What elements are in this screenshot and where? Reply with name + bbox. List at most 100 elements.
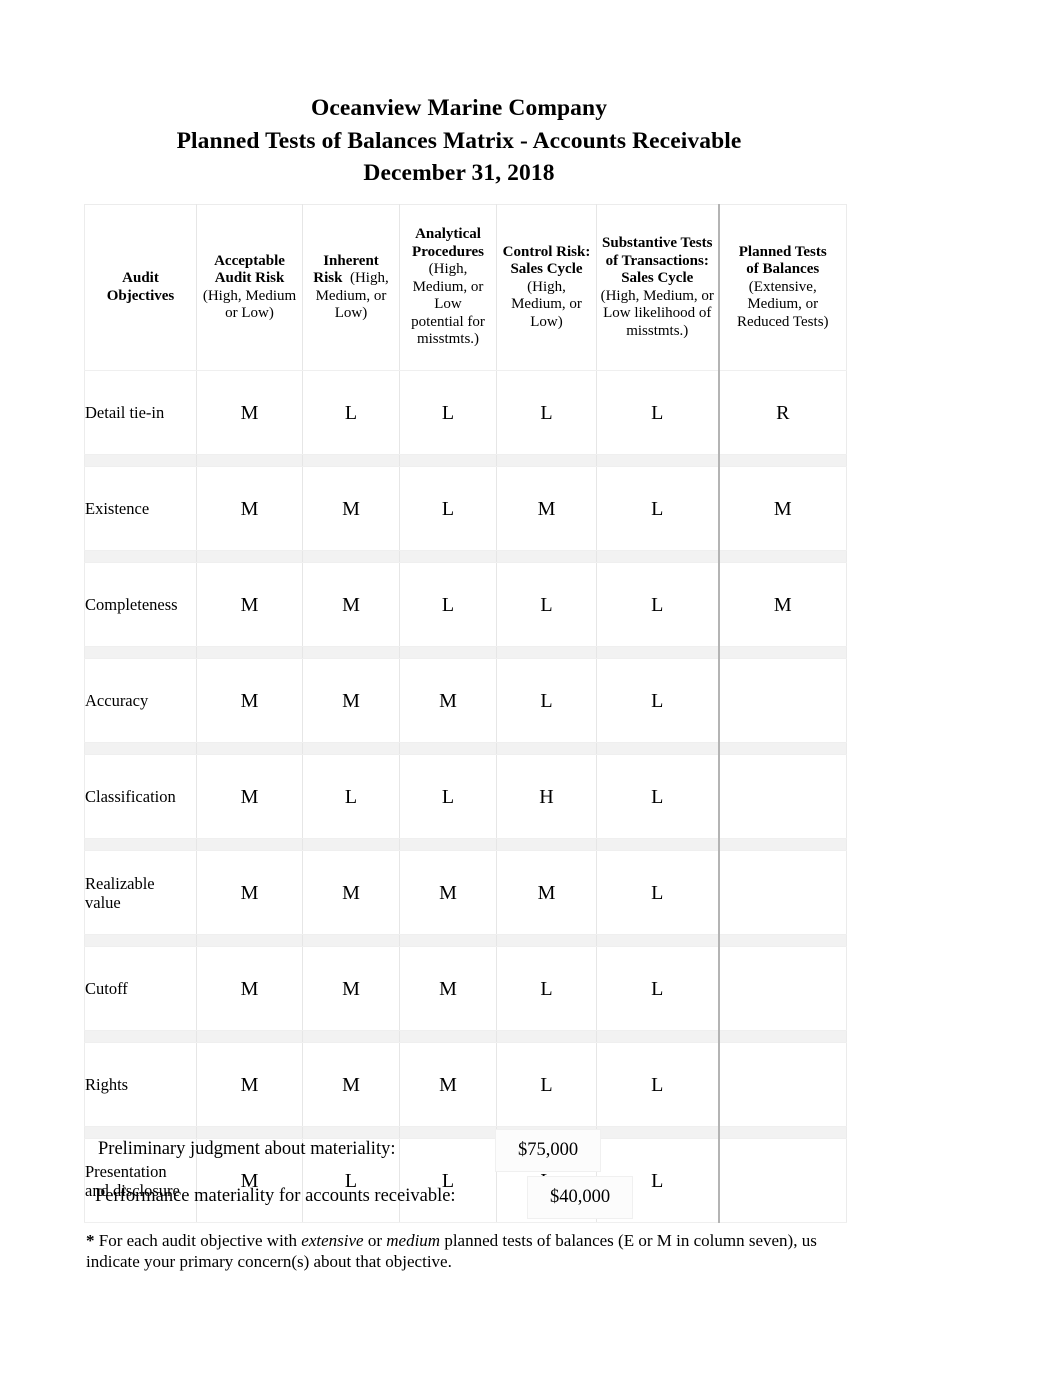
footnote-part3: planned tests of balances (E or M in col… <box>440 1231 817 1250</box>
cell-control-risk[interactable]: M <box>496 466 597 551</box>
header-substantive-tests-sub2: Low likelihood of <box>603 305 712 321</box>
cell-control-risk[interactable]: L <box>496 370 597 455</box>
cell-substantive-tests[interactable]: L <box>596 562 720 647</box>
cell-substantive-tests[interactable]: L <box>596 1042 720 1127</box>
spacer-cell <box>302 934 400 947</box>
cell-acceptable-audit-risk[interactable]: M <box>196 658 303 743</box>
table-row[interactable]: Completeness M M L L L M <box>84 562 847 647</box>
spacer-cell <box>718 646 847 659</box>
cell-substantive-tests[interactable]: L <box>596 946 720 1031</box>
table-row[interactable]: Detail tie-in M L L L L R <box>84 370 847 455</box>
spacer-cell <box>496 646 597 659</box>
cell-substantive-tests[interactable]: L <box>596 850 720 935</box>
row-objective: Cutoff <box>84 946 197 1031</box>
cell-inherent-risk[interactable]: L <box>302 754 400 839</box>
spacer-cell <box>302 550 400 563</box>
cell-analytical-procedures[interactable]: M <box>399 1042 497 1127</box>
cell-control-risk[interactable]: L <box>496 658 597 743</box>
spacer-cell <box>718 838 847 851</box>
cell-control-risk[interactable]: L <box>496 1042 597 1127</box>
cell-analytical-procedures[interactable]: M <box>399 946 497 1031</box>
header-substantive-tests-sub3: misstmts.) <box>626 322 689 339</box>
cell-acceptable-audit-risk[interactable]: M <box>196 850 303 935</box>
header-inherent-risk-line2: Risk <box>313 270 343 286</box>
table-row[interactable]: Rights M M M L L <box>84 1042 847 1127</box>
performance-materiality-value[interactable]: $40,000 <box>527 1176 633 1219</box>
spacer-cell <box>196 838 303 851</box>
spacer-cell <box>196 454 303 467</box>
cell-substantive-tests[interactable]: L <box>596 658 720 743</box>
spacer-cell <box>84 934 197 947</box>
header-substantive-tests-line2: of Transactions: <box>605 252 709 269</box>
cell-analytical-procedures[interactable]: M <box>399 850 497 935</box>
cell-substantive-tests[interactable]: L <box>596 466 720 551</box>
cell-acceptable-audit-risk[interactable]: M <box>196 466 303 551</box>
cell-acceptable-audit-risk[interactable]: M <box>196 370 303 455</box>
cell-planned-tests[interactable] <box>718 850 847 935</box>
planned-tests-matrix-container: Audit Objectives Acceptable Audit Risk (… <box>84 204 847 1223</box>
spacer-cell <box>399 838 497 851</box>
cell-control-risk[interactable]: L <box>496 946 597 1031</box>
cell-planned-tests[interactable] <box>718 658 847 743</box>
row-objective: Rights <box>84 1042 197 1127</box>
spacer-cell <box>84 550 197 563</box>
row-objective-line2: value <box>85 892 121 912</box>
cell-analytical-procedures[interactable]: M <box>399 658 497 743</box>
table-header-row: Audit Objectives Acceptable Audit Risk (… <box>84 204 847 371</box>
header-inherent-risk-sub1: (High, <box>349 270 389 286</box>
table-row[interactable]: Cutoff M M M L L <box>84 946 847 1031</box>
cell-substantive-tests[interactable]: L <box>596 754 720 839</box>
cell-acceptable-audit-risk[interactable]: M <box>196 562 303 647</box>
spacer-cell <box>496 934 597 947</box>
title-line-subject: Planned Tests of Balances Matrix - Accou… <box>176 127 742 154</box>
cell-inherent-risk[interactable]: M <box>302 466 400 551</box>
cell-inherent-risk[interactable]: M <box>302 562 400 647</box>
cell-acceptable-audit-risk[interactable]: M <box>196 754 303 839</box>
header-acceptable-audit-risk-sub2: or Low) <box>225 305 274 321</box>
header-inherent-risk: Inherent Risk (High, Medium, or Low) <box>302 204 400 371</box>
cell-acceptable-audit-risk[interactable]: M <box>196 1042 303 1127</box>
cell-planned-tests[interactable]: M <box>718 466 847 551</box>
document-page: Oceanview Marine Company Planned Tests o… <box>0 0 1062 1377</box>
header-inherent-risk-line1: Inherent <box>323 252 379 269</box>
header-inherent-risk-sub3: Low) <box>334 305 368 321</box>
cell-inherent-risk[interactable]: M <box>302 850 400 935</box>
cell-planned-tests[interactable] <box>718 754 847 839</box>
table-row[interactable]: Existence M M L M L M <box>84 466 847 551</box>
table-row[interactable]: Classification M L L H L <box>84 754 847 839</box>
cell-inherent-risk[interactable]: M <box>302 658 400 743</box>
spacer-cell <box>399 550 497 563</box>
header-substantive-tests-sub1: (High, Medium, or <box>600 287 714 304</box>
table-row[interactable]: Realizable value M M M M L <box>84 850 847 935</box>
spacer-cell <box>302 1030 400 1043</box>
cell-inherent-risk[interactable]: M <box>302 1042 400 1127</box>
cell-control-risk[interactable]: L <box>496 562 597 647</box>
cell-analytical-procedures[interactable]: L <box>399 370 497 455</box>
cell-inherent-risk[interactable]: L <box>302 370 400 455</box>
cell-control-risk[interactable]: H <box>496 754 597 839</box>
cell-planned-tests[interactable]: M <box>718 562 847 647</box>
cell-inherent-risk[interactable]: M <box>302 946 400 1031</box>
spacer-cell <box>496 550 597 563</box>
row-spacer <box>84 646 847 659</box>
preliminary-materiality-value[interactable]: $75,000 <box>495 1129 601 1172</box>
spacer-cell <box>196 742 303 755</box>
table-row[interactable]: Accuracy M M M L L <box>84 658 847 743</box>
header-analytical-procedures-line1: Analytical <box>415 226 481 243</box>
cell-analytical-procedures[interactable]: L <box>399 754 497 839</box>
cell-acceptable-audit-risk[interactable]: M <box>196 946 303 1031</box>
cell-planned-tests[interactable] <box>718 946 847 1031</box>
document-title-block: Oceanview Marine Company Planned Tests o… <box>0 92 918 190</box>
header-planned-tests-sub3: Reduced Tests) <box>736 313 829 330</box>
cell-planned-tests[interactable]: R <box>718 370 847 455</box>
spacer-cell <box>196 550 303 563</box>
header-acceptable-audit-risk: Acceptable Audit Risk (High, Medium or L… <box>196 204 303 371</box>
cell-substantive-tests[interactable]: L <box>596 370 720 455</box>
footnote-part2: or <box>363 1231 387 1250</box>
cell-analytical-procedures[interactable]: L <box>399 562 497 647</box>
cell-analytical-procedures[interactable]: L <box>399 466 497 551</box>
header-planned-tests-of-balances: Planned Tests of Balances (Extensive, Me… <box>718 204 847 371</box>
cell-planned-tests[interactable] <box>718 1042 847 1127</box>
cell-control-risk[interactable]: M <box>496 850 597 935</box>
spacer-cell <box>399 454 497 467</box>
